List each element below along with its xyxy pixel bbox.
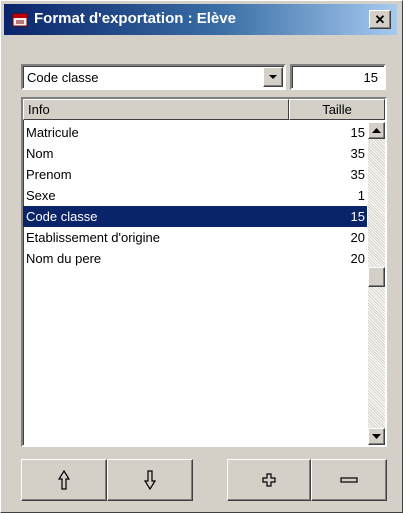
scroll-down-button[interactable]	[368, 428, 385, 445]
move-up-icon	[57, 469, 71, 490]
move-down-button[interactable]	[107, 459, 193, 501]
list-item[interactable]: Nom 35	[23, 143, 367, 164]
item-taille: 1	[357, 188, 365, 203]
item-info: Prenom	[26, 167, 72, 182]
list-item[interactable]: Nom du pere 20	[23, 248, 367, 269]
vertical-scrollbar[interactable]	[368, 122, 385, 445]
field-select-combo[interactable]: Code classe	[21, 64, 286, 90]
app-window-icon	[12, 13, 28, 27]
export-format-window: Format d'exportation : Elève ✕ Code clas…	[0, 0, 403, 513]
add-icon	[262, 473, 276, 487]
remove-button[interactable]	[311, 459, 387, 501]
export-fields-list[interactable]: Info Taille Matricule 15 Nom 35 Prenom 35 S…	[21, 97, 387, 447]
item-taille: 35	[350, 167, 365, 182]
scroll-thumb[interactable]	[368, 267, 385, 287]
chevron-down-icon	[269, 75, 277, 79]
list-item[interactable]: Sexe 1	[23, 185, 367, 206]
close-button[interactable]: ✕	[369, 10, 391, 29]
item-info: Nom du pere	[26, 251, 102, 266]
item-info: Nom	[26, 146, 54, 161]
item-taille: 20	[350, 230, 365, 245]
item-taille: 15	[350, 209, 365, 224]
move-up-button[interactable]	[21, 459, 107, 501]
item-info: Sexe	[26, 188, 56, 203]
list-item[interactable]: Matricule 15	[23, 122, 367, 143]
combo-dropdown-button[interactable]	[263, 67, 283, 87]
arrow-up-icon	[372, 128, 381, 133]
arrow-down-icon	[372, 434, 381, 439]
list-item-selected[interactable]: Code classe 15	[23, 206, 367, 227]
title-bar[interactable]: Format d'exportation : Elève ✕	[4, 4, 397, 35]
list-item[interactable]: Prenom 35	[23, 164, 367, 185]
item-taille: 20	[350, 251, 365, 266]
remove-icon	[340, 477, 358, 483]
scroll-up-button[interactable]	[368, 122, 385, 139]
field-select-value: Code classe	[27, 70, 99, 85]
add-button[interactable]	[227, 459, 311, 501]
list-item[interactable]: Etablissement d'origine 20	[23, 227, 367, 248]
size-input[interactable]: 15	[290, 64, 386, 90]
item-info: Etablissement d'origine	[26, 230, 160, 245]
item-taille: 15	[350, 125, 365, 140]
item-info: Matricule	[26, 125, 79, 140]
move-down-icon	[143, 470, 157, 491]
column-header-info[interactable]: Info	[23, 99, 289, 120]
item-info: Code classe	[26, 209, 98, 224]
column-header-taille[interactable]: Taille	[289, 99, 385, 120]
item-taille: 35	[350, 146, 365, 161]
list-rows: Matricule 15 Nom 35 Prenom 35 Sexe 1 Code cl…	[23, 122, 367, 269]
size-input-value: 15	[363, 70, 378, 85]
window-title: Format d'exportation : Elève	[34, 10, 236, 27]
list-toolbar	[21, 459, 387, 501]
